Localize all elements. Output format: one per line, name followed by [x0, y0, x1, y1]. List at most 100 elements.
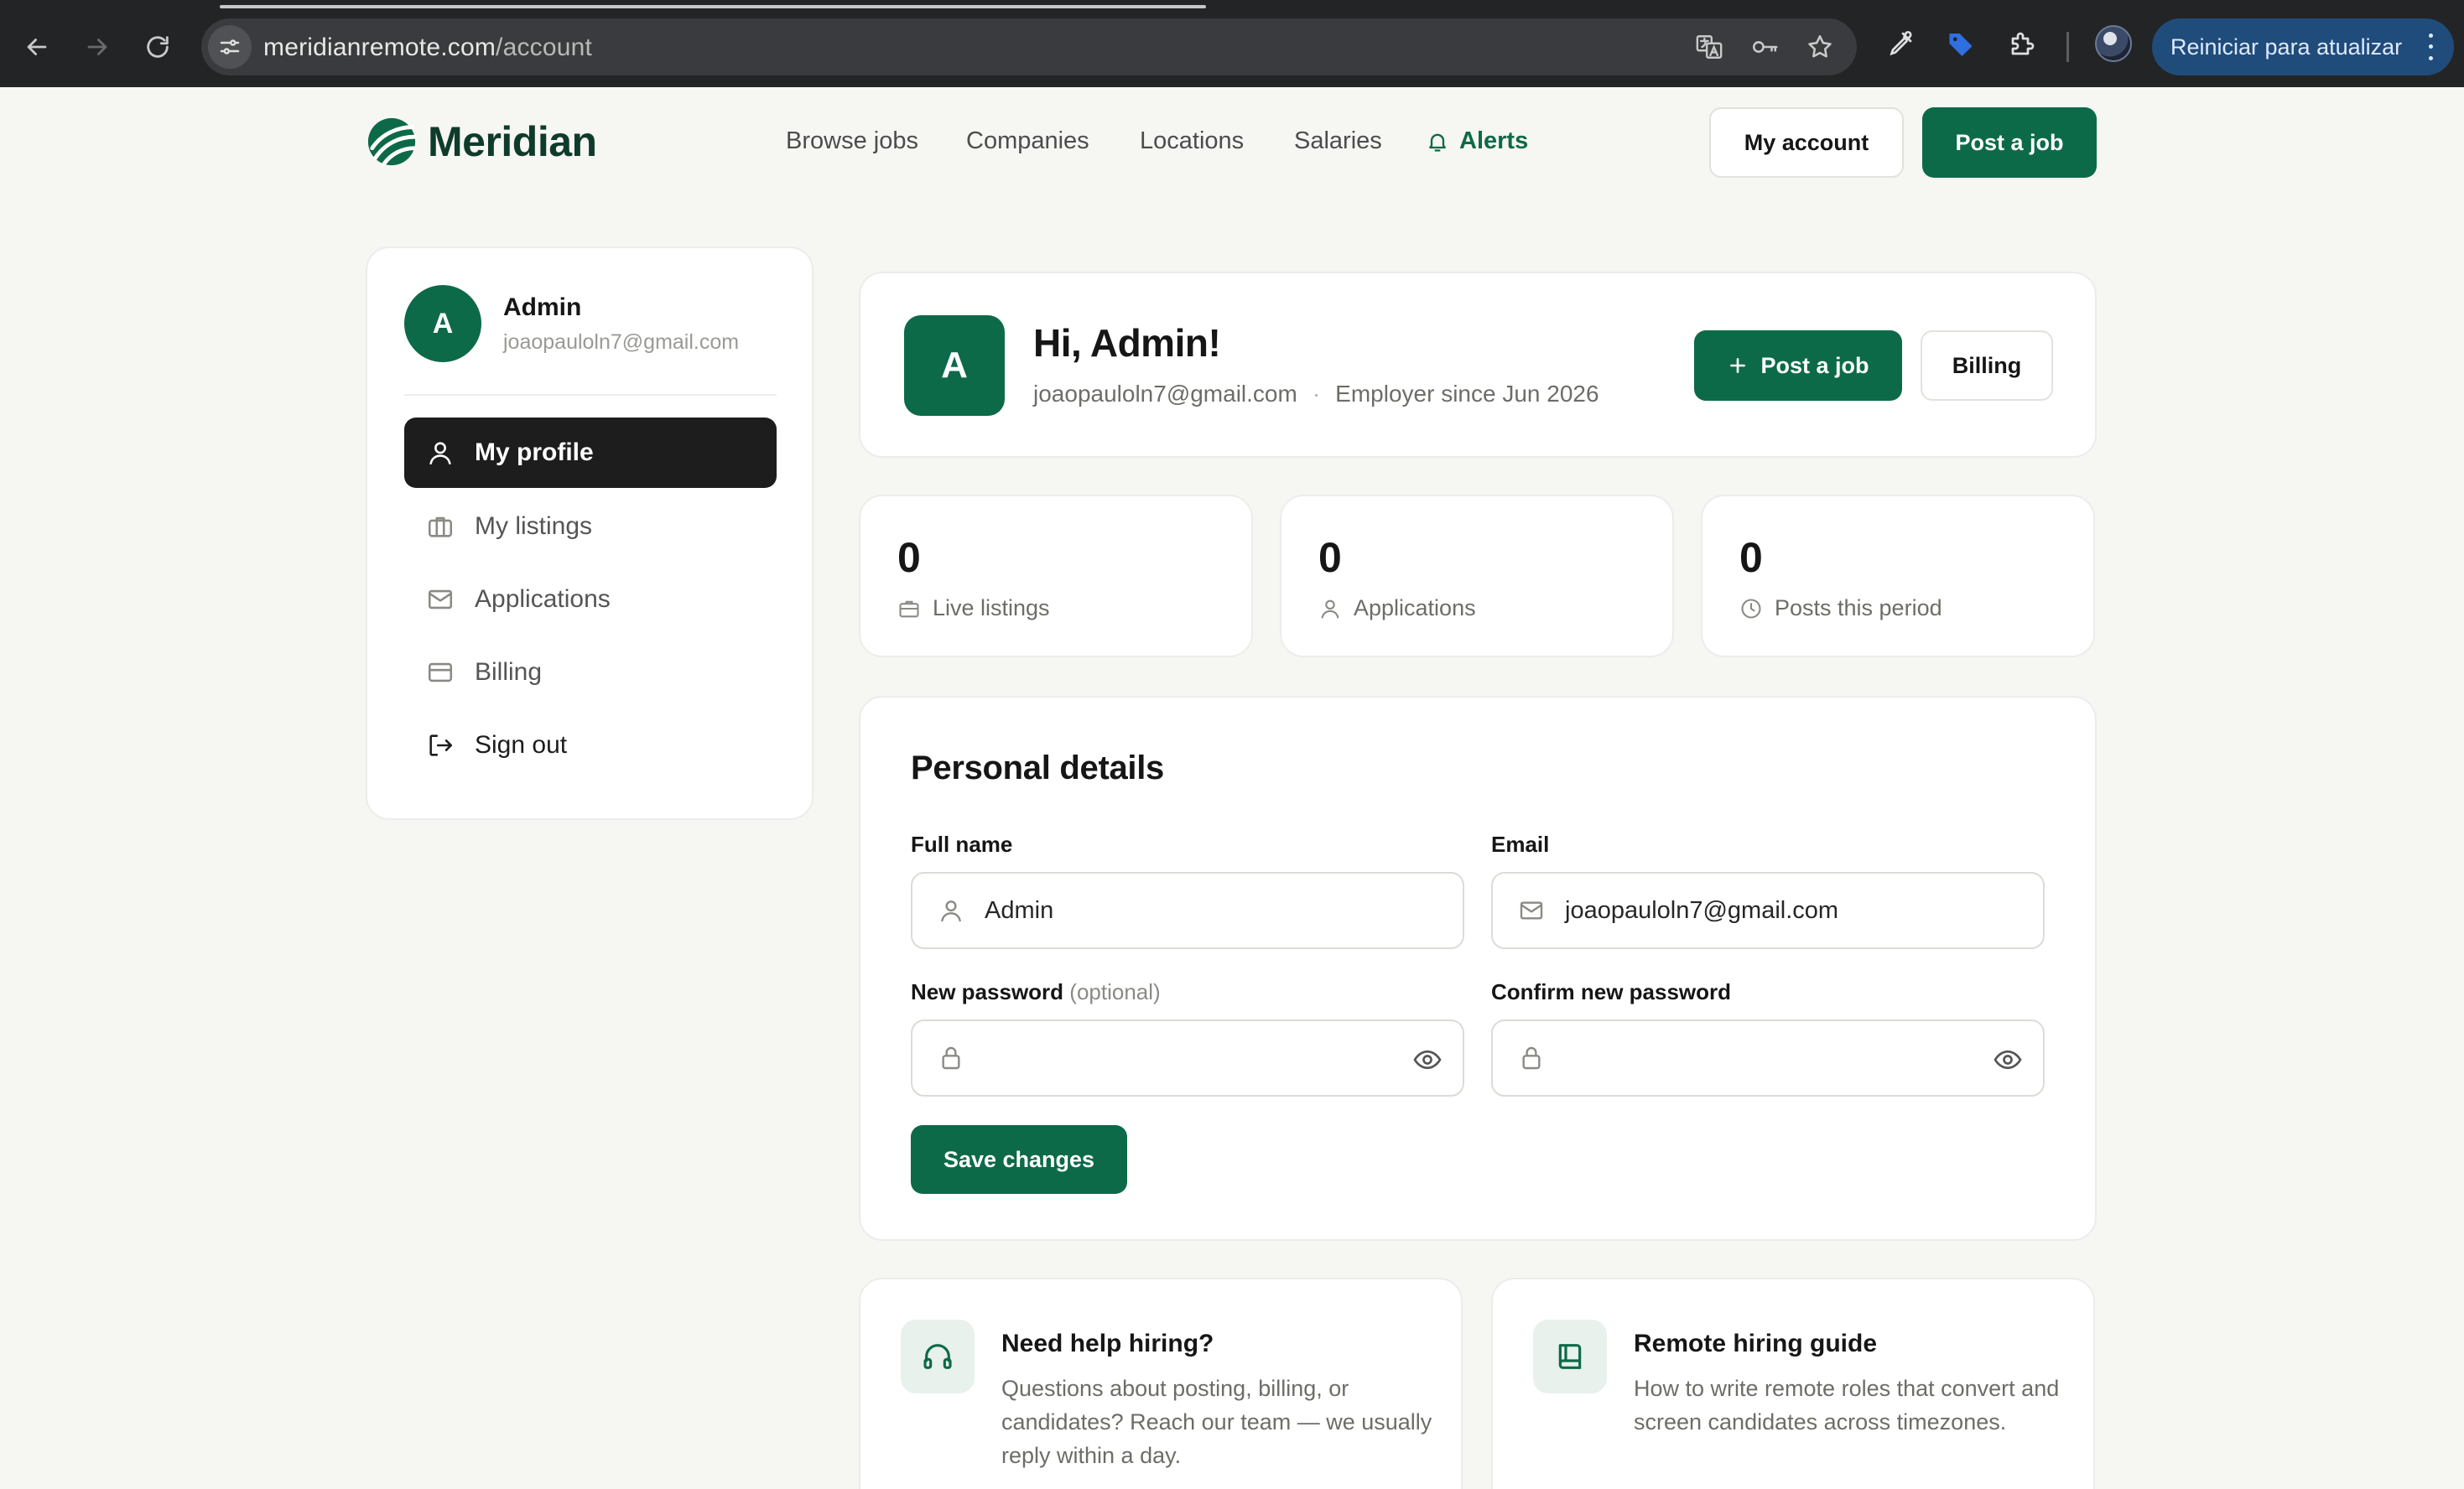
- sidebar-divider: [404, 394, 777, 396]
- email-value: joaopauloln7@gmail.com: [1565, 896, 1839, 924]
- bell-icon: [1429, 133, 1446, 152]
- nav-locations[interactable]: Locations: [1140, 127, 1244, 155]
- help-card-description: Questions about posting, billing, or can…: [1001, 1376, 1432, 1468]
- sidebar-user-email: joaopauloln7@gmail.com: [503, 330, 740, 354]
- nav-alerts[interactable]: Alerts: [1426, 127, 1528, 155]
- nav-alerts-label: Alerts: [1459, 127, 1529, 154]
- plus-icon: [1730, 358, 1746, 373]
- mail-icon: [428, 589, 453, 610]
- password-key-button[interactable]: [1746, 29, 1783, 65]
- eye-icon[interactable]: [1412, 1045, 1443, 1075]
- nav-browse-jobs[interactable]: Browse jobs: [786, 127, 918, 155]
- sidebar-item-label: My listings: [475, 512, 593, 540]
- profile-avatar-button[interactable]: [2095, 25, 2132, 62]
- sign-out-icon: [429, 734, 453, 756]
- back-button[interactable]: [13, 23, 60, 70]
- translate-icon: [1696, 35, 1723, 59]
- stat-value: 0: [1318, 534, 1342, 581]
- save-changes-label: Save changes: [943, 1146, 1095, 1172]
- personal-details-title: Personal details: [911, 750, 1164, 786]
- site-info-button[interactable]: [208, 25, 252, 69]
- stat-value: 0: [1739, 534, 1763, 581]
- url-path: /account: [496, 34, 593, 61]
- hero-email: joaopauloln7@gmail.com: [1033, 381, 1297, 407]
- user-icon: [429, 442, 451, 465]
- account-sidebar: A Admin joaopauloln7@gmail.com My profil…: [366, 246, 814, 820]
- browser-toolbar: meridianremote.com/account Reiniciar par…: [0, 0, 2464, 87]
- stat-card-posts-this-period: 0 Posts this period: [1701, 495, 2095, 657]
- stat-card-live-listings: 0 Live listings: [859, 495, 1253, 657]
- new-password-label: New password (optional): [911, 979, 1161, 1005]
- bookmark-star-button[interactable]: [1801, 29, 1838, 65]
- page-title: Hi, Admin!: [1033, 321, 1221, 365]
- confirm-password-field[interactable]: [1491, 1019, 2045, 1097]
- arrow-left-icon: [27, 39, 47, 55]
- toolbar-divider: [2066, 32, 2069, 62]
- sidebar-item-billing[interactable]: Billing: [404, 637, 777, 708]
- more-vert-icon[interactable]: [2422, 30, 2439, 64]
- book-icon: [1558, 1344, 1582, 1369]
- hero-post-job-button[interactable]: Post a job: [1694, 330, 1902, 401]
- lock-icon: [1522, 1046, 1541, 1070]
- help-card-title: Need help hiring?: [1001, 1330, 1214, 1357]
- user-icon: [1321, 599, 1339, 619]
- stat-label: Applications: [1354, 595, 1476, 620]
- mail-icon: [1520, 901, 1543, 920]
- save-changes-button[interactable]: Save changes: [911, 1125, 1127, 1194]
- help-card-title: Remote hiring guide: [1634, 1330, 1878, 1357]
- help-icon-box: [1533, 1320, 1607, 1393]
- header-post-job-button[interactable]: Post a job: [1922, 107, 2097, 178]
- translate-button[interactable]: [1691, 29, 1728, 65]
- eyedropper-icon: [1890, 30, 1912, 56]
- sidebar-user-name: Admin: [503, 293, 582, 321]
- tune-icon: [220, 39, 240, 54]
- stat-label-row: Posts this period: [1739, 595, 1942, 621]
- sidebar-item-label: My profile: [475, 438, 594, 466]
- header-post-job-label: Post a job: [1955, 129, 2064, 155]
- tag-extension-button[interactable]: [1942, 25, 1979, 62]
- personal-details-card: Personal details Full name Admin Email j…: [859, 696, 2097, 1241]
- help-card-description: How to write remote roles that convert a…: [1634, 1376, 2060, 1435]
- briefcase-icon: [428, 516, 453, 537]
- stat-label: Live listings: [933, 595, 1050, 620]
- sidebar-item-my-listings[interactable]: My listings: [404, 491, 777, 562]
- help-card-remote-guide[interactable]: Remote hiring guide How to write remote …: [1491, 1278, 2095, 1489]
- hero-meta: joaopauloln7@gmail.com · Employer since …: [1033, 381, 1599, 407]
- confirm-password-label: Confirm new password: [1491, 979, 1732, 1004]
- new-password-label-text: New password: [911, 979, 1064, 1004]
- sidebar-item-label: Sign out: [475, 731, 568, 759]
- restart-to-update-label: Reiniciar para atualizar: [2170, 34, 2403, 60]
- reload-icon: [147, 36, 169, 58]
- full-name-label: Full name: [911, 832, 1013, 857]
- help-card-need-help[interactable]: Need help hiring? Questions about postin…: [859, 1278, 1463, 1489]
- nav-salaries[interactable]: Salaries: [1294, 127, 1382, 155]
- stat-card-applications: 0 Applications: [1280, 495, 1674, 657]
- user-icon: [941, 900, 961, 922]
- hero-billing-label: Billing: [1952, 352, 2022, 378]
- address-bar[interactable]: meridianremote.com/account: [201, 18, 1857, 75]
- sidebar-item-sign-out[interactable]: Sign out: [404, 710, 777, 781]
- optional-hint: (optional): [1069, 979, 1161, 1004]
- sidebar-item-applications[interactable]: Applications: [404, 564, 777, 635]
- sidebar-avatar: A: [404, 285, 481, 362]
- eyedropper-extension-button[interactable]: [1882, 25, 1919, 62]
- hero-billing-button[interactable]: Billing: [1921, 330, 2053, 401]
- account-hero-card: A Hi, Admin! joaopauloln7@gmail.com · Em…: [859, 272, 2097, 458]
- new-password-field[interactable]: [911, 1019, 1464, 1097]
- nav-companies[interactable]: Companies: [966, 127, 1089, 155]
- forward-button[interactable]: [74, 23, 121, 70]
- full-name-field[interactable]: Admin: [911, 872, 1464, 949]
- extensions-button[interactable]: [2004, 25, 2041, 62]
- credit-card-icon: [428, 662, 453, 682]
- star-icon: [1808, 34, 1832, 58]
- reload-button[interactable]: [134, 23, 181, 70]
- sidebar-item-my-profile[interactable]: My profile: [404, 418, 777, 488]
- restart-to-update-button[interactable]: Reiniciar para atualizar: [2152, 18, 2454, 75]
- my-account-button[interactable]: My account: [1709, 107, 1904, 178]
- stat-label: Posts this period: [1775, 595, 1942, 620]
- email-field[interactable]: joaopauloln7@gmail.com: [1491, 872, 2045, 949]
- stat-value: 0: [897, 534, 921, 581]
- stat-label-row: Live listings: [897, 595, 1050, 621]
- eye-icon[interactable]: [1993, 1045, 2023, 1075]
- briefcase-icon: [899, 600, 919, 617]
